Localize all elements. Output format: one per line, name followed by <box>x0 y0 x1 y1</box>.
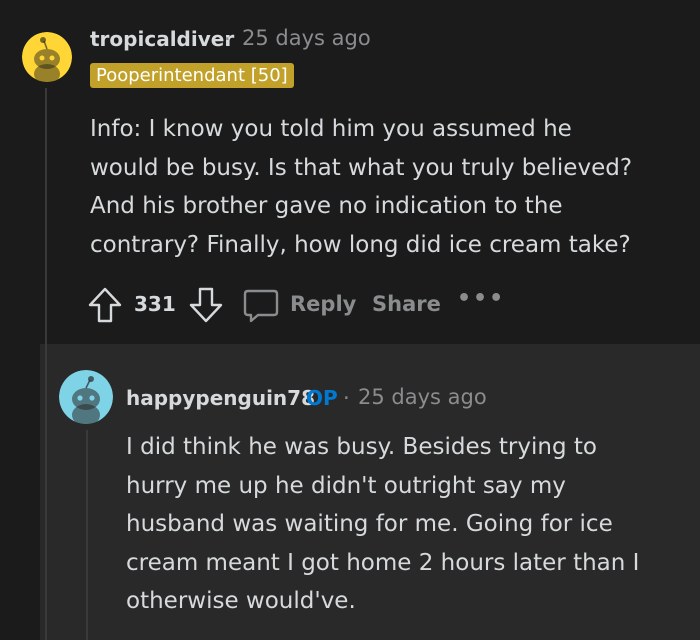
comment-body: Info: I know you told him you assumed he… <box>90 110 690 264</box>
downvote-icon[interactable] <box>188 286 224 328</box>
vote-count: 331 <box>134 292 176 316</box>
reply-timestamp[interactable]: 25 days ago <box>358 385 487 409</box>
reply-user-avatar[interactable] <box>59 370 113 424</box>
thread-line-reply[interactable] <box>86 430 88 640</box>
comment-line: And his brother gave no indication to th… <box>90 193 563 219</box>
reply-line: husband was waiting for me. Going for ic… <box>126 511 613 537</box>
reply-body: I did think he was busy. Besides trying … <box>126 428 691 621</box>
reply-line: I did think he was busy. Besides trying … <box>126 434 597 460</box>
user-avatar[interactable] <box>22 32 72 82</box>
comment-line: Info: I know you told him you assumed he <box>90 116 572 142</box>
thread-line-main[interactable] <box>45 88 47 640</box>
user-flair: Pooperintendant [50] <box>90 63 294 88</box>
comment-line: contrary? Finally, how long did ice crea… <box>90 231 631 258</box>
reply-line: cream meant I got home 2 hours later tha… <box>126 549 640 576</box>
more-options-icon[interactable]: ••• <box>457 286 505 311</box>
share-button[interactable]: Share <box>372 292 441 316</box>
comment-timestamp[interactable]: 25 days ago <box>242 26 371 50</box>
meta-separator: · <box>343 386 350 410</box>
reply-username[interactable]: happypenguin78 <box>126 386 315 410</box>
upvote-icon[interactable] <box>87 286 123 328</box>
comment-username[interactable]: tropicaldiver <box>90 27 234 51</box>
op-badge: OP <box>306 386 338 410</box>
snoo-avatar-icon <box>59 370 113 424</box>
reply-line: hurry me up he didn't outright say my <box>126 472 566 499</box>
snoo-avatar-icon <box>22 32 72 82</box>
comment-bubble-icon[interactable] <box>242 287 280 329</box>
meta-separator: · <box>224 27 231 51</box>
reply-line: otherwise would've. <box>126 588 356 614</box>
comment-line: would be busy. Is that what you truly be… <box>90 154 633 181</box>
reply-button[interactable]: Reply <box>290 292 356 316</box>
